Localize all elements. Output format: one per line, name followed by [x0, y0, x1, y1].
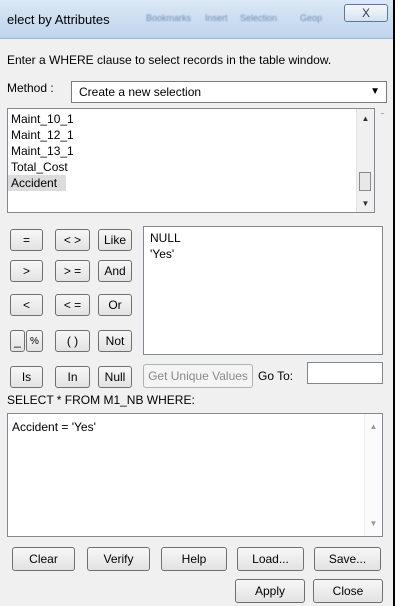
less-than-button[interactable]: < [10, 294, 43, 316]
not-button[interactable]: Not [98, 330, 132, 352]
chevron-down-icon: ▼ [370, 86, 380, 97]
is-button[interactable]: Is [10, 366, 43, 388]
title-bar: elect by Attributes Bookmarks Insert Sel… [0, 0, 393, 39]
instruction-text: Enter a WHERE clause to select records i… [7, 53, 332, 67]
verify-button[interactable]: Verify [87, 547, 150, 571]
fields-scrollbar[interactable]: ▲ ▼ [356, 109, 374, 212]
like-button[interactable]: Like [98, 229, 132, 251]
load-button[interactable]: Load... [237, 547, 304, 571]
list-item[interactable]: 'Yes' [150, 246, 382, 262]
list-item[interactable]: Maint_10_1 [8, 111, 374, 127]
blurred-menu-item: Geop [300, 13, 323, 23]
unique-values-list[interactable]: NULL 'Yes' [143, 226, 383, 355]
percent-button[interactable]: % [26, 330, 43, 352]
null-button[interactable]: Null [98, 366, 132, 388]
select-by-attributes-dialog: elect by Attributes Bookmarks Insert Sel… [0, 0, 395, 606]
less-equal-button[interactable]: < = [55, 294, 90, 316]
blurred-menu-item: Insert [205, 13, 228, 23]
goto-input[interactable] [307, 362, 383, 384]
underscore-button[interactable]: _ [10, 330, 25, 352]
not-equal-button[interactable]: < > [55, 229, 90, 251]
method-label: Method : [7, 81, 54, 95]
list-item[interactable]: NULL [150, 230, 382, 246]
goto-label: Go To: [258, 369, 294, 383]
in-button[interactable]: In [55, 366, 90, 388]
clear-button[interactable]: Clear [12, 547, 75, 571]
expression-textbox[interactable]: Accident = 'Yes' ▲ ▼ [7, 413, 383, 537]
parentheses-button[interactable]: ( ) [55, 330, 90, 352]
scroll-up-icon[interactable]: ▲ [357, 114, 374, 123]
window-title: elect by Attributes [7, 12, 110, 27]
close-button[interactable]: Close [313, 579, 383, 603]
list-item-selected[interactable]: Accident [8, 175, 66, 191]
equals-button[interactable]: = [10, 229, 43, 251]
list-item[interactable]: Total_Cost [8, 159, 374, 175]
list-item[interactable]: Maint_13_1 [8, 143, 374, 159]
blurred-menu-item: Selection [240, 13, 278, 23]
method-selected-value: Create a new selection [79, 85, 202, 99]
sql-prefix-label: SELECT * FROM M1_NB WHERE: [7, 393, 195, 407]
fields-list[interactable]: Maint_10_1 Maint_12_1 Maint_13_1 Total_C… [7, 108, 375, 213]
help-button[interactable]: Help [161, 547, 227, 571]
resize-grip-icon: ⁻ [380, 110, 385, 120]
apply-button[interactable]: Apply [235, 579, 305, 603]
scroll-down-icon[interactable]: ▼ [357, 199, 374, 208]
close-icon: X [361, 6, 370, 20]
expression-text: Accident = 'Yes' [12, 420, 96, 434]
blurred-menu-item: Bookmarks [146, 13, 192, 23]
greater-than-button[interactable]: > [10, 260, 43, 282]
expression-scrollbar[interactable]: ▲ ▼ [364, 414, 382, 536]
or-button[interactable]: Or [98, 294, 132, 316]
list-item[interactable]: Maint_12_1 [8, 127, 374, 143]
and-button[interactable]: And [98, 260, 132, 282]
window-close-button[interactable]: X [344, 4, 388, 22]
method-dropdown[interactable]: Create a new selection ▼ [71, 81, 387, 103]
scroll-up-icon[interactable]: ▲ [365, 422, 382, 431]
save-button[interactable]: Save... [314, 547, 381, 571]
get-unique-values-button[interactable]: Get Unique Values [143, 364, 253, 388]
scroll-thumb[interactable] [359, 172, 371, 191]
greater-equal-button[interactable]: > = [55, 260, 90, 282]
scroll-down-icon[interactable]: ▼ [365, 519, 382, 528]
